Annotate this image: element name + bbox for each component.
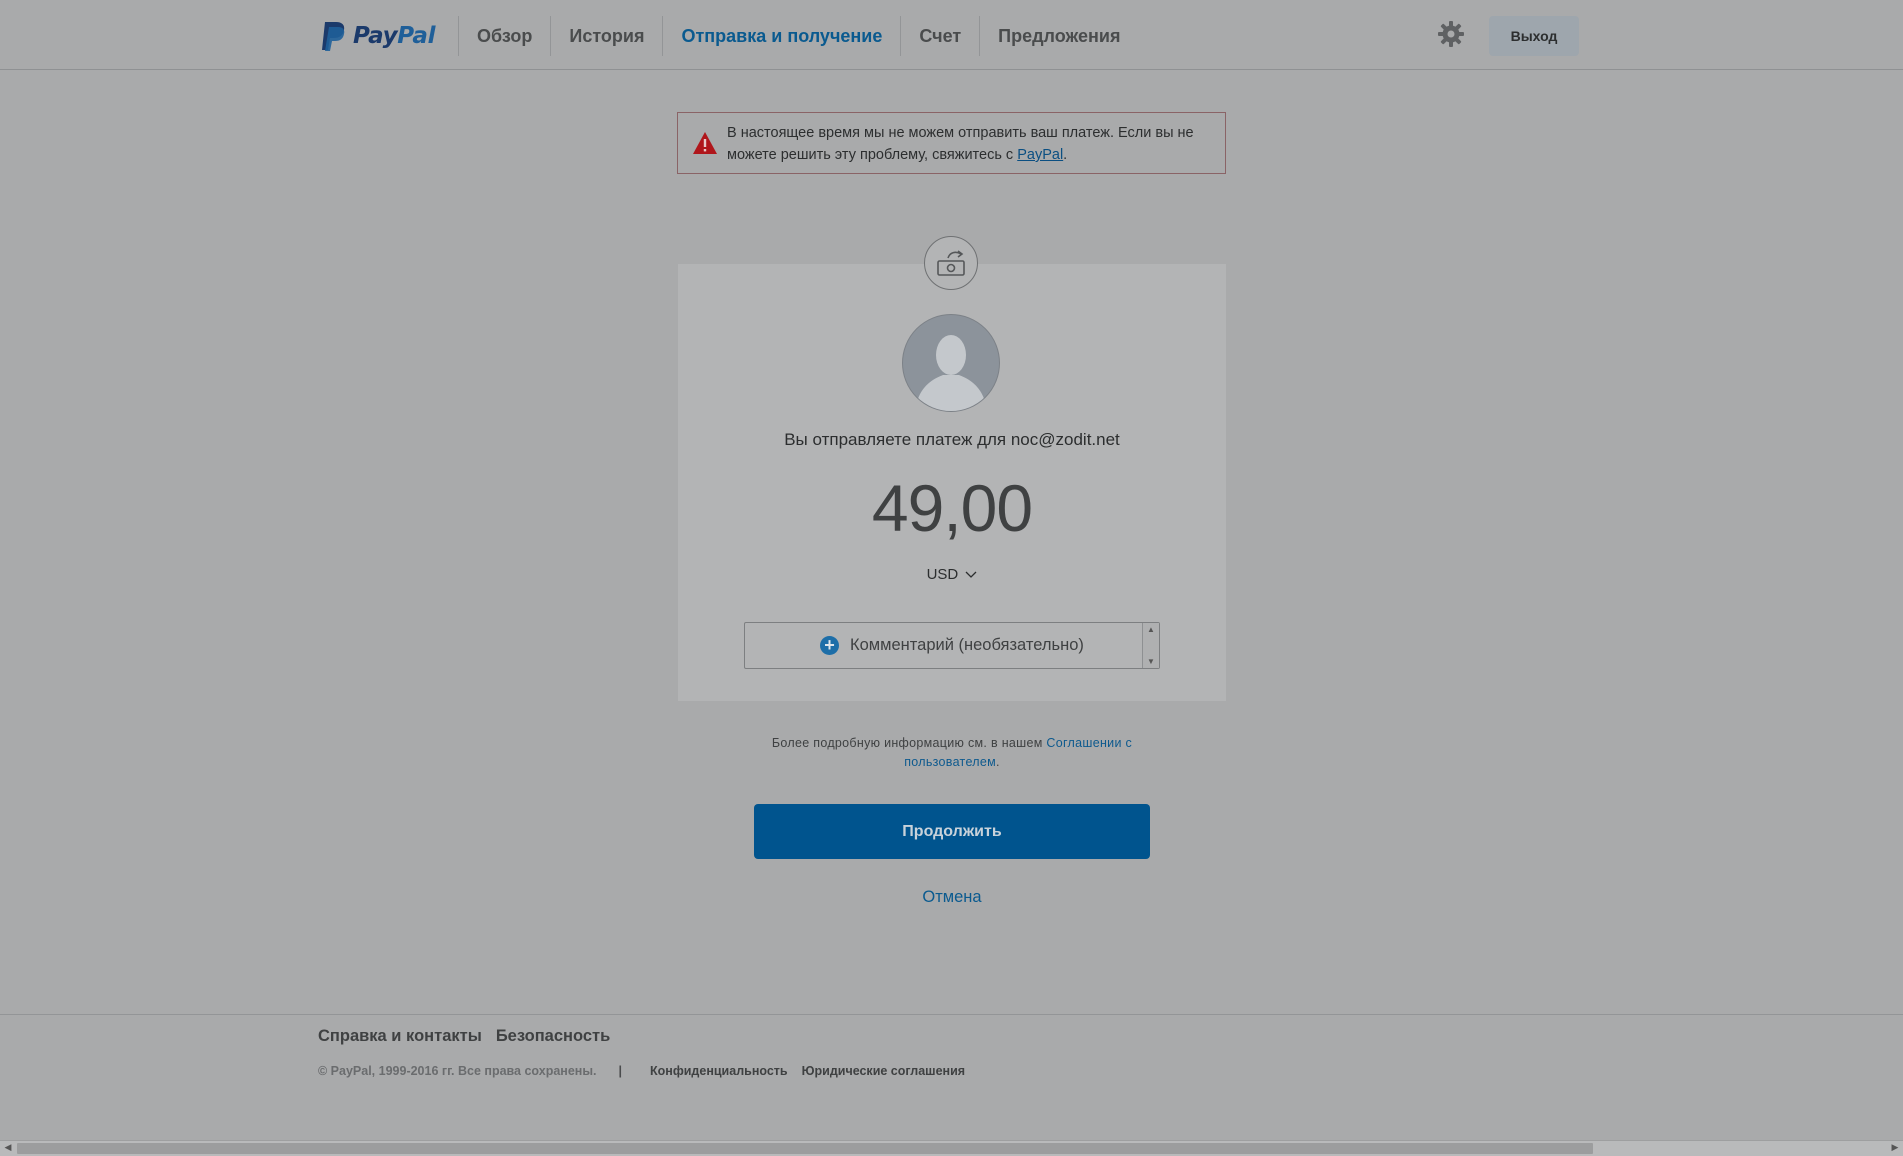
horizontal-scrollbar[interactable]: ◀ ▶	[0, 1140, 1903, 1156]
gear-icon[interactable]	[1437, 20, 1465, 48]
plus-icon: +	[820, 636, 839, 655]
agreement-end: .	[996, 755, 1000, 769]
footer-legal[interactable]: Юридические соглашения	[802, 1064, 965, 1078]
currency-label: USD	[926, 566, 959, 583]
scrollbar-thumb[interactable]	[17, 1143, 1593, 1154]
paypal-logo-icon	[322, 22, 345, 51]
payment-amount[interactable]: 49,00	[678, 470, 1226, 546]
chevron-down-icon	[965, 571, 977, 578]
scroll-up-icon[interactable]: ▲	[1147, 625, 1155, 634]
continue-button[interactable]: Продолжить	[754, 804, 1150, 859]
footer-divider	[0, 1014, 1903, 1015]
paypal-logo[interactable]: PayPal	[321, 18, 435, 54]
comment-field[interactable]: + Комментарий (необязательно) ▲ ▼	[744, 622, 1160, 669]
money-arrow-icon	[937, 250, 965, 276]
cancel-link[interactable]: Отмена	[754, 888, 1150, 907]
logout-button[interactable]: Выход	[1489, 16, 1579, 56]
logo-pay: Pay	[353, 23, 398, 49]
top-header: PayPal Обзор История Отправка и получени…	[0, 0, 1903, 70]
warning-icon	[693, 132, 717, 154]
nav-history[interactable]: История	[550, 16, 662, 56]
nav-overview[interactable]: Обзор	[458, 16, 550, 56]
alert-message: В настоящее время мы не можем отправить …	[727, 122, 1217, 166]
nav-send-receive[interactable]: Отправка и получение	[662, 16, 900, 56]
error-alert: В настоящее время мы не можем отправить …	[677, 112, 1226, 174]
recipient-text: Вы отправляете платеж для noc@zodit.net	[784, 430, 1120, 449]
footer-privacy[interactable]: Конфиденциальность	[650, 1064, 788, 1078]
alert-text: В настоящее время мы не можем отправить …	[727, 125, 1194, 163]
scroll-down-icon[interactable]: ▼	[1147, 657, 1155, 666]
footer-bottom: © PayPal, 1999-2016 гг. Все права сохран…	[318, 1064, 979, 1078]
send-money-icon	[924, 236, 978, 290]
user-silhouette-icon	[915, 335, 987, 411]
footer-links: Справка и контакты Безопасность	[318, 1027, 610, 1046]
alert-trailing: .	[1063, 147, 1068, 163]
nav-account[interactable]: Счет	[900, 16, 979, 56]
scroll-right-icon[interactable]: ▶	[1888, 1142, 1902, 1153]
main-nav: Обзор История Отправка и получение Счет …	[458, 16, 1138, 56]
currency-selector[interactable]: USD	[678, 566, 1226, 583]
comment-scrollbar[interactable]: ▲ ▼	[1142, 623, 1159, 668]
scroll-left-icon[interactable]: ◀	[1, 1142, 15, 1153]
agreement-note: Более подробную информацию см. в нашем С…	[744, 734, 1160, 772]
comment-placeholder: Комментарий (необязательно)	[850, 636, 1084, 654]
logo-pal: Pal	[397, 23, 436, 49]
footer-help-contacts[interactable]: Справка и контакты	[318, 1027, 482, 1046]
recipient-avatar	[902, 314, 1000, 412]
nav-offers[interactable]: Предложения	[979, 16, 1138, 56]
copyright: © PayPal, 1999-2016 гг. Все права сохран…	[318, 1064, 597, 1078]
paypal-wordmark: PayPal	[353, 23, 435, 49]
footer-security[interactable]: Безопасность	[496, 1027, 610, 1046]
footer-separator: |	[618, 1064, 623, 1078]
agreement-text: Более подробную информацию см. в нашем	[771, 736, 1047, 750]
alert-paypal-link[interactable]: PayPal	[1017, 147, 1063, 163]
